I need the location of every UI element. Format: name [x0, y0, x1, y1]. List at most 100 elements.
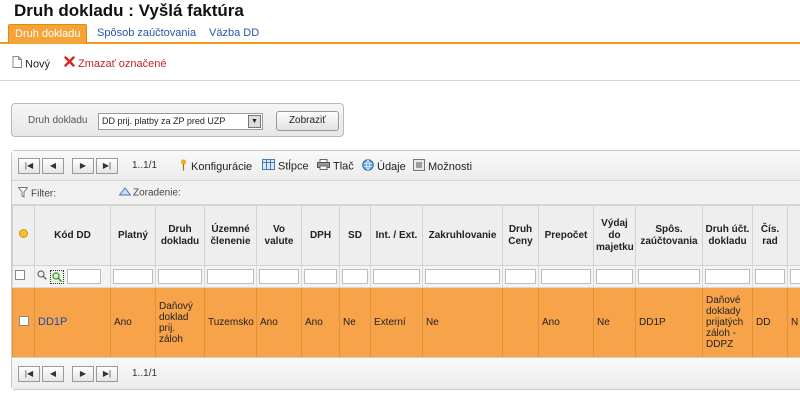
tab-sposob-zauctovania[interactable]: Spôsob zaúčtovania [91, 24, 202, 44]
filter-toggle[interactable]: Filter: [17, 187, 56, 201]
data-button[interactable]: Údaje [362, 159, 406, 175]
filter-cell [339, 265, 371, 288]
grid-subbar: Filter: Zoradenie: [12, 181, 800, 205]
chevron-down-icon[interactable]: ▼ [248, 115, 261, 128]
tab-druh-dokladu[interactable]: Druh dokladu [8, 24, 88, 44]
delete-button-label: Zmazať označené [78, 58, 167, 70]
next-page-button[interactable]: ▶ [72, 366, 94, 382]
filter-cell [370, 265, 423, 288]
table-cell: Ne [339, 287, 371, 358]
next-page-button[interactable]: ▶ [72, 158, 94, 174]
last-page-button[interactable]: ▶| [96, 158, 118, 174]
column-header[interactable]: Int. / Ext. [370, 205, 423, 266]
new-button[interactable]: Nový [12, 56, 50, 72]
filter-cell [204, 265, 257, 288]
column-header[interactable]: Platný [110, 205, 156, 266]
column-header[interactable]: Vo valute [256, 205, 302, 266]
columns-icon [262, 159, 275, 174]
table-row[interactable]: DD1P Ano Daňový doklad prij. záloh Tuzem… [12, 287, 800, 358]
table-cell: Ano [256, 287, 302, 358]
table-cell: N [787, 287, 800, 358]
filter-input[interactable] [638, 269, 700, 284]
advanced-search-icon[interactable] [50, 269, 65, 284]
filter-input[interactable] [755, 269, 785, 284]
column-header[interactable]: Druh Ceny [502, 205, 539, 266]
tab-bar: Druh dokladu Spôsob zaúčtovania Väzba DD [0, 22, 800, 44]
filter-input-code[interactable] [67, 269, 102, 284]
filter-input[interactable] [373, 269, 420, 284]
table-cell: DD [752, 287, 788, 358]
table-cell: Tuzemsko [204, 287, 257, 358]
column-header[interactable]: Územné členenie [204, 205, 257, 266]
tab-vazba-dd[interactable]: Väzba DD [203, 24, 265, 44]
options-button[interactable]: Možnosti [413, 159, 472, 175]
configurations-label: Konfigurácie [191, 160, 253, 173]
data-label: Údaje [377, 160, 406, 173]
row-select-cell [12, 287, 35, 358]
column-header[interactable]: Zakruhlovanie [422, 205, 503, 266]
filter-input[interactable] [705, 269, 750, 284]
select-value: DD prij. platby za ZP pred UZP [102, 116, 226, 126]
filter-cell [12, 265, 35, 288]
grid-table: Kód DD Platný Druh dokladu Územné členen… [12, 205, 800, 358]
columns-button[interactable]: Stĺpce [262, 159, 309, 174]
page-info: 1..1/1 [132, 368, 158, 379]
table-cell: Ano [538, 287, 594, 358]
table-cell: Ne [593, 287, 636, 358]
column-header[interactable]: Kód DD [34, 205, 111, 266]
prev-page-button[interactable]: ◀ [42, 366, 64, 382]
first-page-button[interactable]: |◀ [18, 158, 40, 174]
filter-input[interactable] [541, 269, 591, 284]
search-icon[interactable] [37, 270, 47, 283]
row-checkbox[interactable] [18, 316, 29, 326]
filter-cell [502, 265, 539, 288]
column-header[interactable] [787, 205, 800, 266]
filter-cell [635, 265, 703, 288]
column-header[interactable]: Druh dokladu [155, 205, 205, 266]
column-header[interactable]: Druh účt. dokladu [702, 205, 753, 266]
filter-input[interactable] [342, 269, 368, 284]
column-header[interactable]: Prepočet [538, 205, 594, 266]
filter-input[interactable] [505, 269, 536, 284]
filter-input[interactable] [790, 269, 800, 284]
filter-input[interactable] [158, 269, 202, 284]
table-cell: Daňové doklady prijatých záloh - DDPZ [702, 287, 753, 358]
sort-icon [118, 187, 132, 199]
filter-cell [110, 265, 156, 288]
table-cell: DD1P [635, 287, 703, 358]
filter-input[interactable] [425, 269, 500, 284]
show-button[interactable]: Zobraziť [276, 111, 339, 131]
first-page-button[interactable]: |◀ [18, 366, 40, 382]
column-header[interactable]: Výdaj do majetku [593, 205, 636, 266]
filter-cell [301, 265, 340, 288]
filter-cell [702, 265, 753, 288]
print-button[interactable]: Tlač [317, 159, 354, 174]
filter-input[interactable] [259, 269, 299, 284]
columns-label: Stĺpce [278, 160, 309, 173]
filter-checkbox[interactable] [15, 270, 25, 280]
column-header[interactable]: SD [339, 205, 371, 266]
filter-input[interactable] [207, 269, 254, 284]
document-type-select[interactable]: DD prij. platby za ZP pred UZP ▼ [98, 113, 263, 130]
table-cell [502, 287, 539, 358]
column-header[interactable]: Čís. rad [752, 205, 788, 266]
filter-cell [34, 265, 111, 288]
column-header[interactable]: DPH [301, 205, 340, 266]
sort-label: Zoradenie: [133, 187, 181, 199]
select-all-header[interactable] [12, 205, 35, 266]
configurations-button[interactable]: Konfigurácie [179, 159, 252, 175]
cell-code[interactable]: DD1P [34, 287, 111, 358]
sort-toggle[interactable]: Zoradenie: [118, 187, 181, 199]
filter-input[interactable] [113, 269, 153, 284]
prev-page-button[interactable]: ◀ [42, 158, 64, 174]
filter-input[interactable] [596, 269, 633, 284]
column-header[interactable]: Spôs. zaúčtovania [635, 205, 703, 266]
filter-cell [422, 265, 503, 288]
delete-selected-button[interactable]: Zmazať označené [64, 56, 167, 72]
options-icon [413, 159, 425, 175]
filter-input[interactable] [304, 269, 337, 284]
last-page-button[interactable]: ▶| [96, 366, 118, 382]
page-info: 1..1/1 [132, 160, 158, 171]
action-bar: Nový Zmazať označené [0, 54, 800, 74]
delete-x-icon [64, 56, 75, 72]
